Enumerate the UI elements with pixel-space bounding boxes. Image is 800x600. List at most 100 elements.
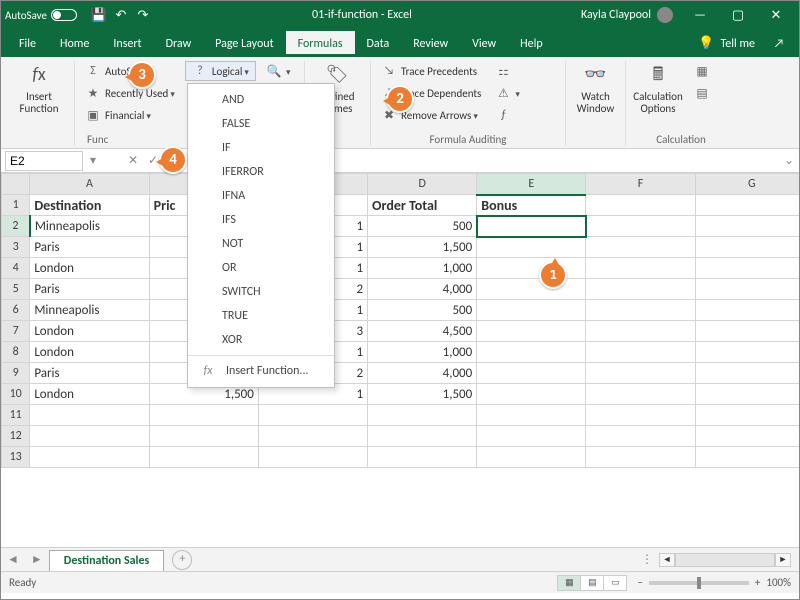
logical-button[interactable]: ?Logical (185, 61, 256, 81)
column-header-a[interactable]: A (30, 174, 149, 195)
recently-used-button[interactable]: ★Recently Used (81, 83, 179, 103)
zoom-slider[interactable] (649, 581, 749, 585)
cell[interactable] (477, 321, 586, 342)
cell[interactable]: Minneapolis (30, 300, 149, 321)
row-header[interactable]: 6 (2, 300, 30, 321)
dropdown-item-not[interactable]: NOT (188, 232, 334, 256)
tab-home[interactable]: Home (48, 31, 101, 57)
dropdown-item-ifna[interactable]: IFNA (188, 184, 334, 208)
row-header[interactable]: 10 (2, 384, 30, 405)
row-header[interactable]: 11 (2, 405, 30, 426)
cell[interactable]: London (30, 258, 149, 279)
worksheet[interactable]: A B C D E F G 1 Destination Pric Order T… (1, 173, 799, 547)
zoom-out-button[interactable]: − (637, 576, 642, 589)
share-button[interactable]: ↗ (765, 31, 793, 57)
minimize-button[interactable] (681, 1, 719, 29)
tab-help[interactable]: Help (508, 31, 555, 57)
cell[interactable] (586, 216, 695, 237)
cell[interactable] (149, 405, 258, 426)
view-page-layout-button[interactable]: ▤ (580, 575, 604, 591)
cell[interactable]: 4,000 (368, 363, 477, 384)
cell[interactable] (586, 384, 695, 405)
hscroll-right-icon[interactable]: ► (775, 553, 791, 567)
row-header[interactable]: 12 (2, 426, 30, 447)
hscroll-left-icon[interactable]: ◄ (659, 553, 675, 567)
cell[interactable] (586, 342, 695, 363)
column-header-e[interactable]: E (477, 174, 586, 195)
dropdown-item-and[interactable]: AND (188, 88, 334, 112)
cell[interactable] (695, 321, 799, 342)
cell[interactable] (695, 237, 799, 258)
dropdown-item-if[interactable]: IF (188, 136, 334, 160)
save-icon[interactable]: 💾 (91, 7, 107, 23)
hscroll-split-icon[interactable]: ⋮ (641, 552, 653, 567)
cell[interactable] (695, 342, 799, 363)
toggle-off-icon[interactable] (51, 9, 77, 21)
cell[interactable] (695, 279, 799, 300)
zoom-level[interactable]: 100% (766, 576, 791, 589)
cell[interactable] (586, 300, 695, 321)
namebox-dropdown-icon[interactable]: ▾ (83, 153, 103, 168)
cell[interactable] (477, 405, 586, 426)
cell[interactable] (477, 300, 586, 321)
dropdown-item-xor[interactable]: XOR (188, 328, 334, 352)
calculation-options-button[interactable]: 🖩 Calculation Options (632, 61, 684, 125)
column-header-d[interactable]: D (368, 174, 477, 195)
tab-file[interactable]: File (7, 31, 48, 57)
insert-function-button[interactable]: fx Insert Function (13, 61, 65, 125)
row-header[interactable]: 4 (2, 258, 30, 279)
sheet-tab-destination-sales[interactable]: Destination Sales (49, 550, 165, 571)
cell[interactable] (368, 405, 477, 426)
tab-view[interactable]: View (460, 31, 508, 57)
evaluate-formula-button[interactable]: ƒ (491, 105, 524, 125)
trace-precedents-button[interactable]: ↘Trace Precedents (377, 61, 485, 81)
row-header[interactable]: 8 (2, 342, 30, 363)
cell[interactable] (30, 426, 149, 447)
select-all-corner[interactable] (2, 174, 30, 195)
cell[interactable]: 500 (368, 216, 477, 237)
cell[interactable]: 1,500 (368, 384, 477, 405)
dropdown-item-or[interactable]: OR (188, 256, 334, 280)
cell[interactable] (258, 447, 367, 468)
cell[interactable] (586, 321, 695, 342)
expand-formula-bar-icon[interactable]: ⌄ (779, 153, 799, 168)
cell[interactable] (477, 447, 586, 468)
tab-scroll-left-icon[interactable]: ◄ (1, 552, 25, 567)
cell[interactable]: London (30, 342, 149, 363)
dropdown-item-ifs[interactable]: IFS (188, 208, 334, 232)
autosave-toggle[interactable]: AutoSave (5, 9, 77, 22)
cell[interactable] (477, 363, 586, 384)
show-formulas-button[interactable]: ⚏ (491, 61, 524, 81)
tab-formulas[interactable]: Formulas (286, 31, 355, 57)
calculate-now-button[interactable]: ▦ (690, 61, 714, 81)
user-account[interactable]: Kayla Claypool (581, 7, 673, 23)
cell[interactable] (477, 237, 586, 258)
cell[interactable] (695, 447, 799, 468)
row-header[interactable]: 3 (2, 237, 30, 258)
cell[interactable] (586, 195, 695, 216)
cell[interactable]: Paris (30, 279, 149, 300)
tab-page-layout[interactable]: Page Layout (203, 31, 285, 57)
tab-review[interactable]: Review (401, 31, 460, 57)
cell[interactable] (695, 426, 799, 447)
cell[interactable]: Destination (30, 195, 149, 216)
tab-draw[interactable]: Draw (154, 31, 204, 57)
cell[interactable] (586, 279, 695, 300)
add-sheet-button[interactable]: + (172, 550, 192, 570)
column-header-g[interactable]: G (695, 174, 799, 195)
column-header-f[interactable]: F (586, 174, 695, 195)
cell[interactable]: Bonus (477, 195, 586, 216)
cell[interactable] (477, 279, 586, 300)
dropdown-insert-function[interactable]: fxInsert Function... (188, 359, 334, 383)
error-checking-button[interactable]: ⚠ (491, 83, 524, 103)
row-header[interactable]: 9 (2, 363, 30, 384)
dropdown-item-iferror[interactable]: IFERROR (188, 160, 334, 184)
cell[interactable] (30, 447, 149, 468)
row-header[interactable]: 1 (2, 195, 30, 216)
zoom-in-button[interactable]: + (755, 576, 760, 589)
cell[interactable] (695, 405, 799, 426)
view-normal-button[interactable]: ▦ (557, 575, 581, 591)
cell[interactable] (586, 405, 695, 426)
row-header[interactable]: 13 (2, 447, 30, 468)
cell[interactable] (586, 258, 695, 279)
